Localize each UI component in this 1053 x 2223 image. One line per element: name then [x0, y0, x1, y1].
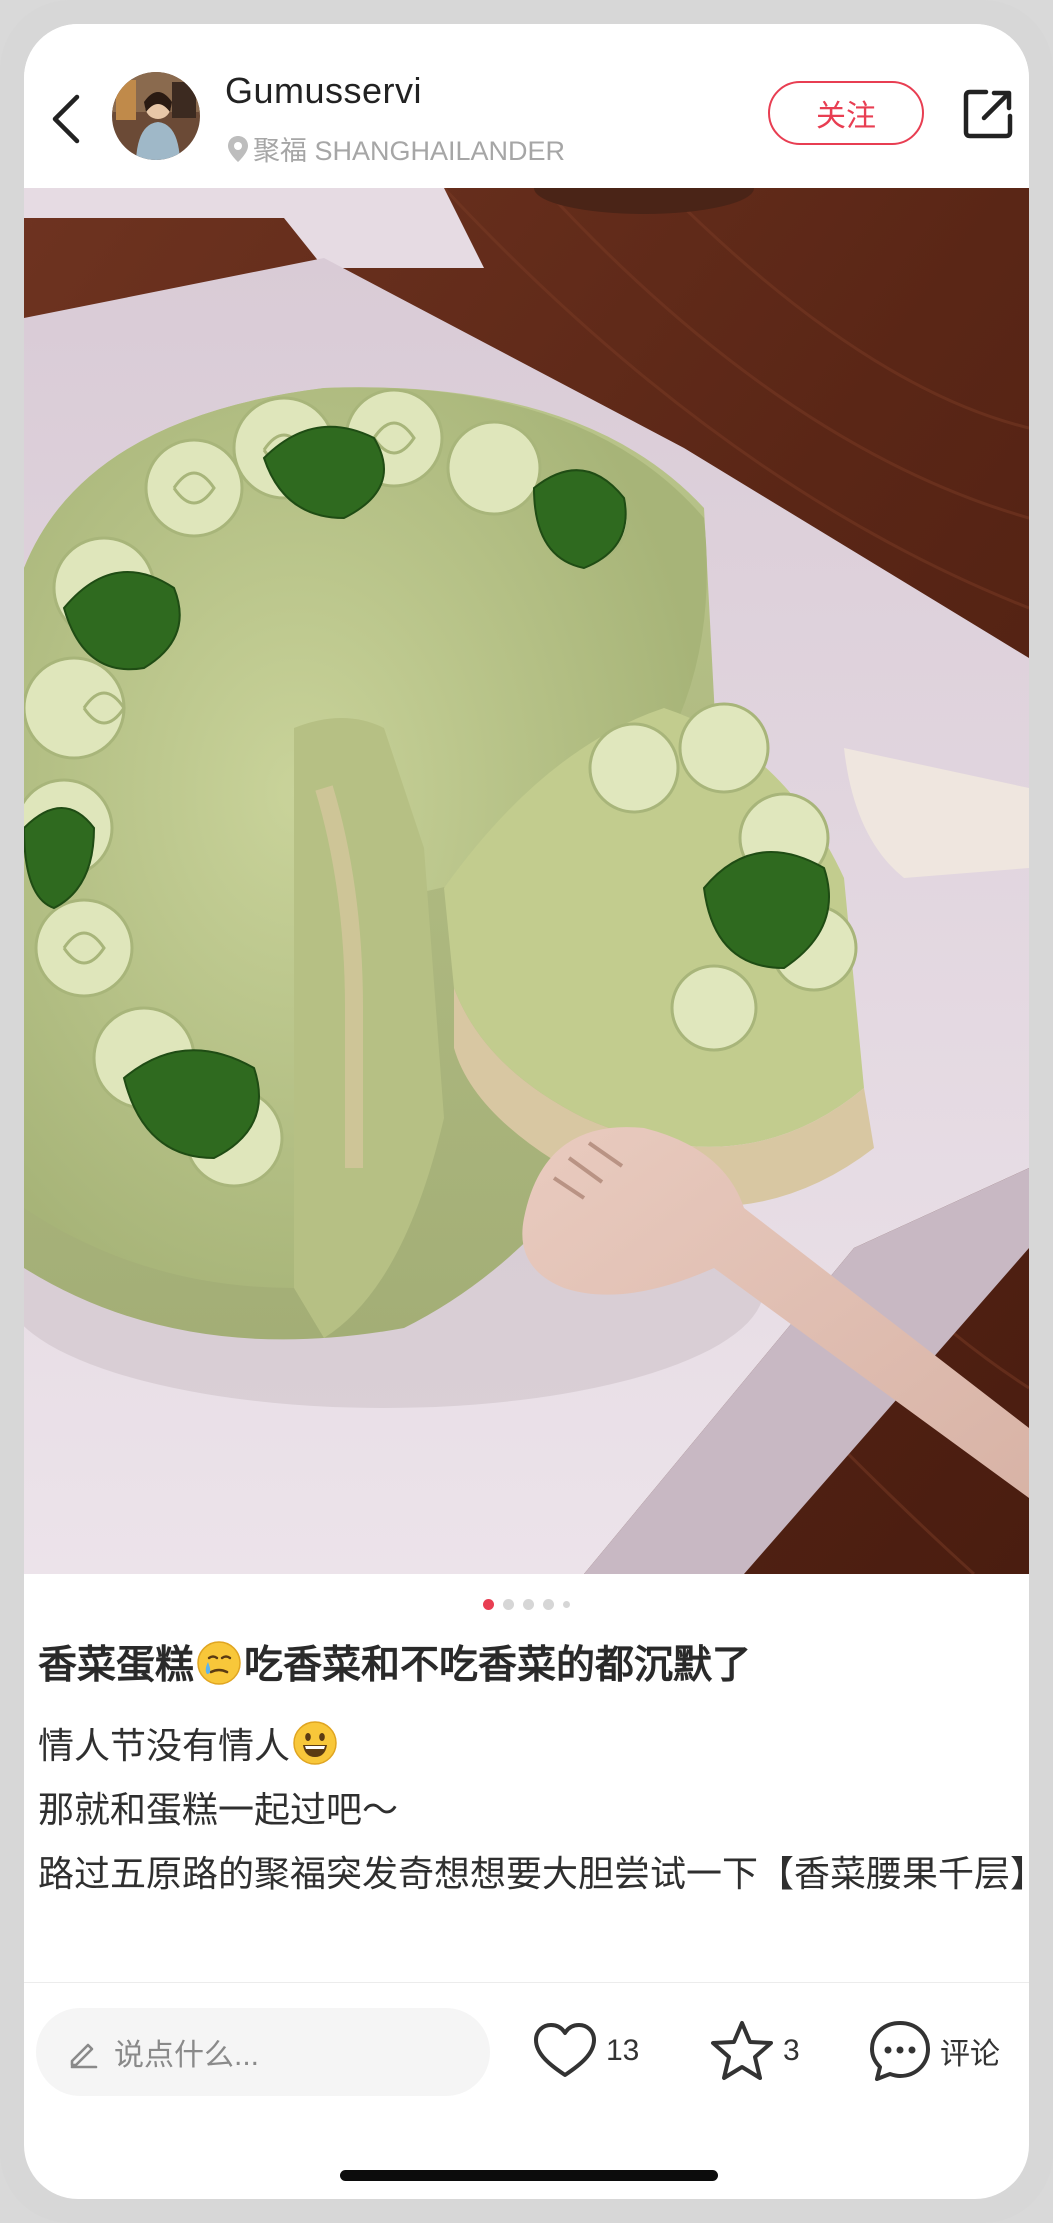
- avatar[interactable]: [112, 72, 200, 160]
- location-label: 聚福 SHANGHAILANDER: [253, 136, 566, 166]
- star-icon: [711, 2021, 773, 2080]
- post-body-line2: 那就和蛋糕一起过吧～: [38, 1789, 399, 1830]
- carousel-dot: [483, 1598, 494, 1610]
- carousel-dot: [543, 1598, 554, 1610]
- comment-label: 评论: [940, 2038, 1000, 2071]
- tear-smile-emoji-icon: [197, 1641, 241, 1685]
- collect-count: 3: [783, 2034, 800, 2067]
- collect-button[interactable]: 3: [709, 2016, 800, 2086]
- back-button[interactable]: [40, 84, 94, 154]
- home-indicator[interactable]: [340, 2170, 718, 2181]
- like-button[interactable]: 13: [532, 2016, 639, 2086]
- pencil-icon: [70, 2043, 98, 2069]
- username[interactable]: Gumusservi: [225, 70, 422, 112]
- post-body-line3: 路过五原路的聚福突发奇想想要大胆尝试一下【香菜腰果千层】: [38, 1853, 1029, 1894]
- screen: Gumusservi 聚福 SHANGHAILANDER 关注 香菜蛋糕 吃香菜…: [24, 24, 1029, 2199]
- like-count: 13: [606, 2034, 640, 2067]
- carousel-dot: [523, 1598, 534, 1610]
- comment-button[interactable]: 评论: [868, 2016, 1000, 2086]
- comment-input[interactable]: 说点什么...: [36, 2008, 490, 2096]
- divider: [24, 1982, 1029, 1983]
- follow-button[interactable]: 关注: [768, 81, 924, 145]
- post-body: 情人节没有情人 那就和蛋糕一起过吧～ 路过五原路的聚福突发奇想想要大胆尝试一下【…: [38, 1714, 1029, 1906]
- location-pin-icon: [228, 135, 248, 162]
- post-title: 香菜蛋糕 吃香菜和不吃香菜的都沉默了: [38, 1640, 1018, 1692]
- location-tag[interactable]: 聚福 SHANGHAILANDER: [227, 129, 565, 168]
- phone-frame: Gumusservi 聚福 SHANGHAILANDER 关注 香菜蛋糕 吃香菜…: [0, 0, 1053, 2223]
- comment-placeholder: 说点什么...: [114, 2039, 260, 2072]
- post-body-line1-text: 情人节没有情人: [38, 1725, 291, 1766]
- share-button[interactable]: [960, 86, 1016, 142]
- post-header: Gumusservi 聚福 SHANGHAILANDER 关注: [24, 24, 1029, 188]
- carousel-indicator: [24, 1597, 1029, 1611]
- share-icon: [963, 89, 1013, 139]
- chat-bubble-icon: [870, 2021, 930, 2081]
- heart-icon: [534, 2023, 596, 2077]
- carousel-dot: [503, 1598, 514, 1610]
- post-title-part2: 吃香菜和不吃香菜的都沉默了: [244, 1644, 752, 1687]
- carousel-dot: [563, 1600, 570, 1608]
- post-photo[interactable]: [24, 188, 1029, 1574]
- grinning-emoji-icon: [293, 1721, 337, 1765]
- post-title-part1: 香菜蛋糕: [38, 1644, 195, 1687]
- back-arrow-icon: [52, 94, 80, 144]
- post-body-line1: 情人节没有情人: [38, 1714, 1028, 1778]
